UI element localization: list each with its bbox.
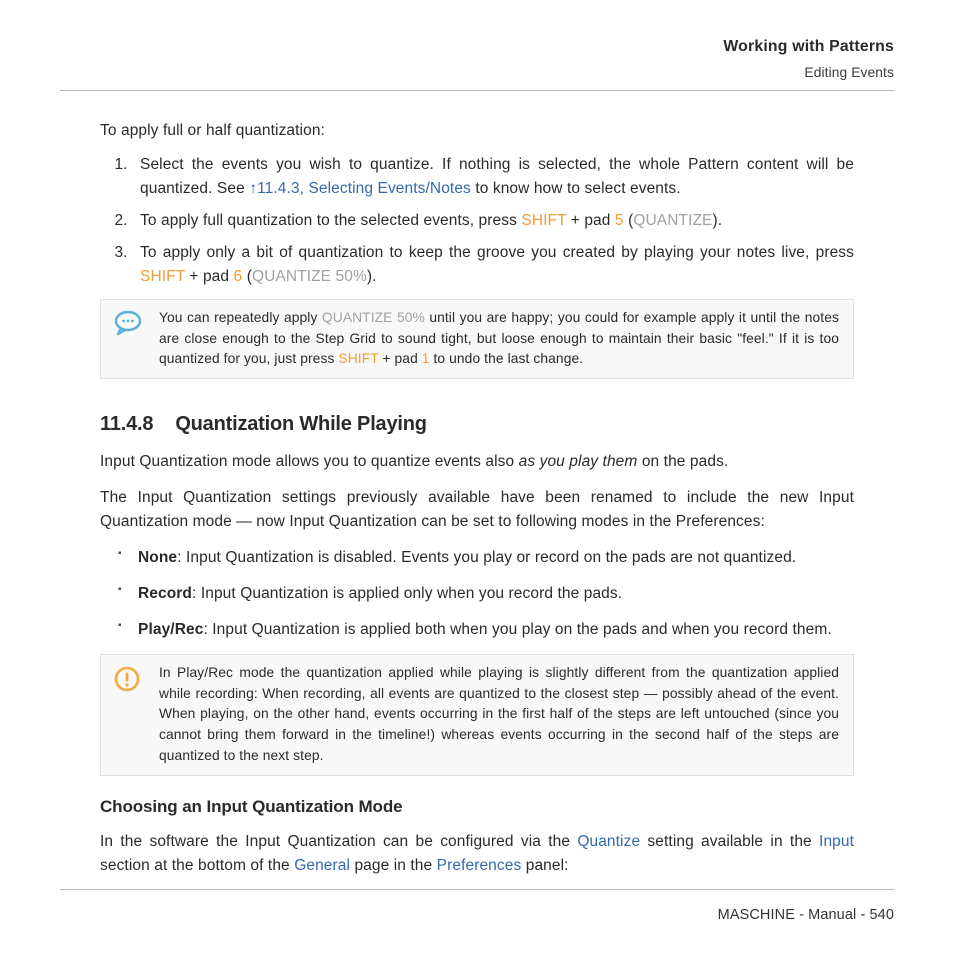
tip-c: to undo the last change.	[430, 351, 584, 366]
mode-record: Record: Input Quantization is applied on…	[124, 582, 854, 606]
ui-input: Input	[819, 833, 854, 850]
key-shift: SHIFT	[338, 351, 378, 366]
label-quantize: QUANTIZE	[633, 212, 712, 229]
step-2-text-a: To apply full quantization to the select…	[140, 212, 521, 229]
tip-mid: + pad	[379, 351, 422, 366]
ui-general: General	[294, 857, 350, 874]
mode-none-label: None	[138, 549, 177, 566]
step-3-text-a: To apply only a bit of quantization to k…	[140, 244, 854, 261]
step-3-close: ).	[367, 268, 377, 285]
header-section: Editing Events	[60, 62, 894, 83]
step-3: To apply only a bit of quantization to k…	[132, 241, 854, 289]
note-text: In Play/Rec mode the quantization applie…	[159, 663, 839, 766]
modes-list: None: Input Quantization is disabled. Ev…	[100, 546, 854, 642]
p3b: setting available in the	[640, 833, 819, 850]
para-3: In the software the Input Quantization c…	[100, 830, 854, 878]
tip-icon	[113, 308, 143, 370]
p3c: section at the bottom of the	[100, 857, 294, 874]
para-1: Input Quantization mode allows you to qu…	[100, 450, 854, 474]
step-2-mid: + pad	[566, 212, 615, 229]
label-quantize-50: QUANTIZE 50%	[252, 268, 367, 285]
page-header: Working with Patterns Editing Events	[60, 35, 894, 91]
section-title: Quantization While Playing	[175, 409, 426, 440]
step-1: Select the events you wish to quantize. …	[132, 153, 854, 201]
tip-text: You can repeatedly apply QUANTIZE 50% un…	[159, 308, 839, 370]
step-3-open: (	[242, 268, 252, 285]
section-heading: 11.4.8 Quantization While Playing	[100, 409, 854, 440]
key-shift: SHIFT	[521, 212, 566, 229]
step-2-open: (	[624, 212, 634, 229]
tip-a: You can repeatedly apply	[159, 310, 322, 325]
mode-playrec-label: Play/Rec	[138, 621, 203, 638]
subheading: Choosing an Input Quantization Mode	[100, 794, 854, 820]
key-shift: SHIFT	[140, 268, 185, 285]
page-footer: MASCHINE - Manual - 540	[60, 889, 894, 926]
intro-text: To apply full or half quantization:	[100, 119, 854, 143]
p3e: panel:	[521, 857, 568, 874]
section-number: 11.4.8	[100, 409, 153, 440]
note-callout: In Play/Rec mode the quantization applie…	[100, 654, 854, 775]
mode-playrec: Play/Rec: Input Quantization is applied …	[124, 618, 854, 642]
alert-icon	[113, 663, 143, 766]
manual-page: Working with Patterns Editing Events To …	[0, 0, 954, 954]
p1b: on the pads.	[637, 453, 728, 470]
mode-none: None: Input Quantization is disabled. Ev…	[124, 546, 854, 570]
mode-record-text: : Input Quantization is applied only whe…	[192, 585, 622, 602]
steps-list: Select the events you wish to quantize. …	[100, 153, 854, 289]
ui-quantize: Quantize	[577, 833, 640, 850]
page-content: To apply full or half quantization: Sele…	[60, 119, 894, 878]
ui-preferences: Preferences	[437, 857, 522, 874]
mode-record-label: Record	[138, 585, 192, 602]
step-3-mid: + pad	[185, 268, 234, 285]
key-pad-6: 6	[234, 268, 243, 285]
mode-none-text: : Input Quantization is disabled. Events…	[177, 549, 796, 566]
tip-q50: QUANTIZE 50%	[322, 310, 425, 325]
p1a: Input Quantization mode allows you to qu…	[100, 453, 519, 470]
p3d: page in the	[350, 857, 437, 874]
p3a: In the software the Input Quantization c…	[100, 833, 577, 850]
key-pad-5: 5	[615, 212, 624, 229]
para-2: The Input Quantization settings previous…	[100, 486, 854, 534]
tip-callout: You can repeatedly apply QUANTIZE 50% un…	[100, 299, 854, 379]
mode-playrec-text: : Input Quantization is applied both whe…	[203, 621, 831, 638]
header-chapter: Working with Patterns	[60, 35, 894, 59]
link-selecting-events[interactable]: ↑11.4.3, Selecting Events/Notes	[249, 180, 471, 197]
key-pad-1: 1	[422, 351, 430, 366]
p1-em: as you play them	[519, 453, 638, 470]
step-2-close: ).	[713, 212, 723, 229]
step-2: To apply full quantization to the select…	[132, 209, 854, 233]
step-1-text-b: to know how to select events.	[471, 180, 681, 197]
